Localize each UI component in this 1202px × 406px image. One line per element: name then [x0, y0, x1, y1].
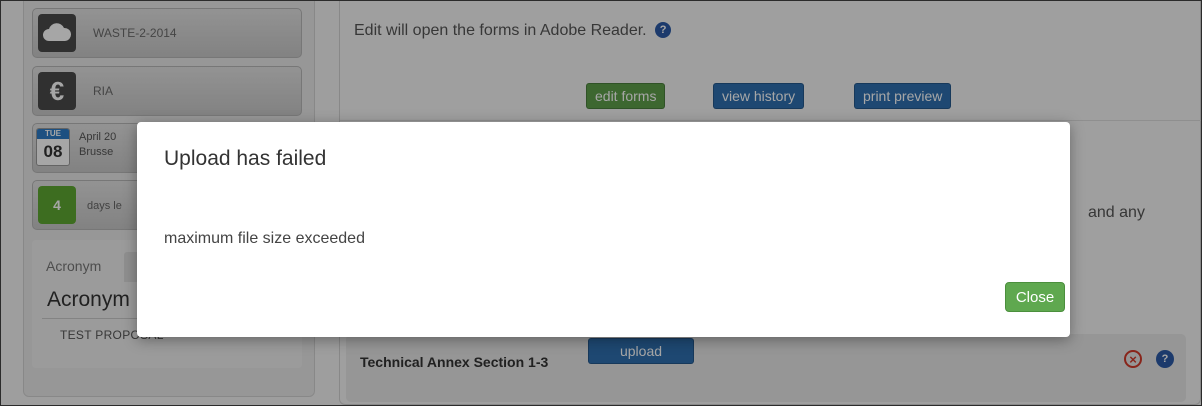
dialog-message: maximum file size exceeded	[164, 230, 365, 247]
close-button[interactable]: Close	[1005, 282, 1065, 312]
app-frame: WASTE-2-2014 € RIA TUE 08 April 20 Bruss…	[0, 0, 1202, 406]
dialog-title: Upload has failed	[164, 147, 327, 170]
upload-error-dialog: Upload has failed maximum file size exce…	[137, 122, 1070, 337]
